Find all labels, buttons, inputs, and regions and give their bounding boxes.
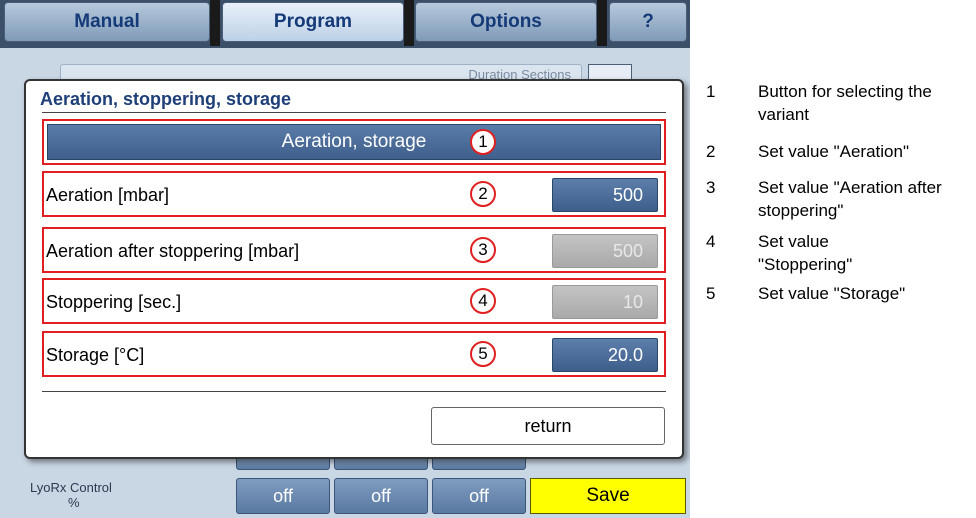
tab-divider: [210, 0, 220, 46]
divider: [42, 391, 666, 392]
aeration-row: Aeration [mbar] 2 500: [42, 171, 666, 217]
stoppering-value-field: 10: [552, 285, 658, 319]
aeration-after-stoppering-label: Aeration after stoppering [mbar]: [46, 241, 300, 261]
marker-5: 5: [470, 341, 496, 367]
aeration-after-stoppering-row: Aeration after stoppering [mbar] 3 500: [42, 227, 666, 273]
storage-label: Storage [°C]: [46, 345, 145, 365]
legend-number: 4: [706, 232, 716, 251]
variant-select-label: Aeration, storage: [281, 131, 427, 152]
tab-divider: [404, 0, 414, 46]
legend-text: Set value "Stoppering": [758, 232, 853, 274]
tab-program[interactable]: Program: [222, 2, 404, 42]
aeration-label: Aeration [mbar]: [46, 185, 170, 205]
aeration-after-stoppering-value-field: 500: [552, 234, 658, 268]
marker-4: 4: [470, 288, 496, 314]
footer-unit: %: [68, 495, 80, 510]
legend-text: Set value "Storage": [758, 284, 906, 303]
save-button[interactable]: Save: [530, 478, 686, 514]
legend-number: 2: [706, 142, 716, 161]
marker-3: 3: [470, 237, 496, 263]
legend-number: 3: [706, 178, 716, 197]
legend-number: 5: [706, 284, 716, 303]
marker-2: 2: [470, 181, 496, 207]
aeration-dialog: Aeration, stoppering, storage Aeration, …: [24, 79, 684, 459]
marker-1: 1: [470, 129, 496, 155]
tab-divider: [597, 0, 607, 46]
stoppering-label: Stoppering [sec.]: [46, 292, 182, 312]
storage-row: Storage [°C] 5 20.0: [42, 331, 666, 377]
divider: [42, 112, 666, 113]
dialog-title: Aeration, stoppering, storage: [40, 89, 292, 109]
tab-manual[interactable]: Manual: [4, 2, 210, 42]
device-screen: Manual Program Options ? Duration Sectio…: [0, 0, 690, 518]
off-button[interactable]: off: [236, 478, 330, 514]
variant-row: Aeration, storage 1: [42, 119, 666, 165]
legend-text: Button for selecting the variant: [758, 82, 932, 124]
legend-number: 1: [706, 82, 716, 101]
footer-label-text: LyoRx Control: [30, 480, 112, 495]
legend-text: Set value "Aeration after stoppering": [758, 178, 942, 220]
tab-help[interactable]: ?: [609, 2, 687, 42]
off-button[interactable]: off: [334, 478, 428, 514]
aeration-value-field[interactable]: 500: [552, 178, 658, 212]
stoppering-row: Stoppering [sec.] 4 10: [42, 278, 666, 324]
footer-label: LyoRx Control %: [30, 480, 112, 510]
tab-options[interactable]: Options: [415, 2, 597, 42]
return-button[interactable]: return: [431, 407, 665, 445]
off-button[interactable]: off: [432, 478, 526, 514]
legend-text: Set value "Aeration": [758, 142, 909, 161]
storage-value-field[interactable]: 20.0: [552, 338, 658, 372]
variant-select-button[interactable]: Aeration, storage: [47, 124, 661, 160]
